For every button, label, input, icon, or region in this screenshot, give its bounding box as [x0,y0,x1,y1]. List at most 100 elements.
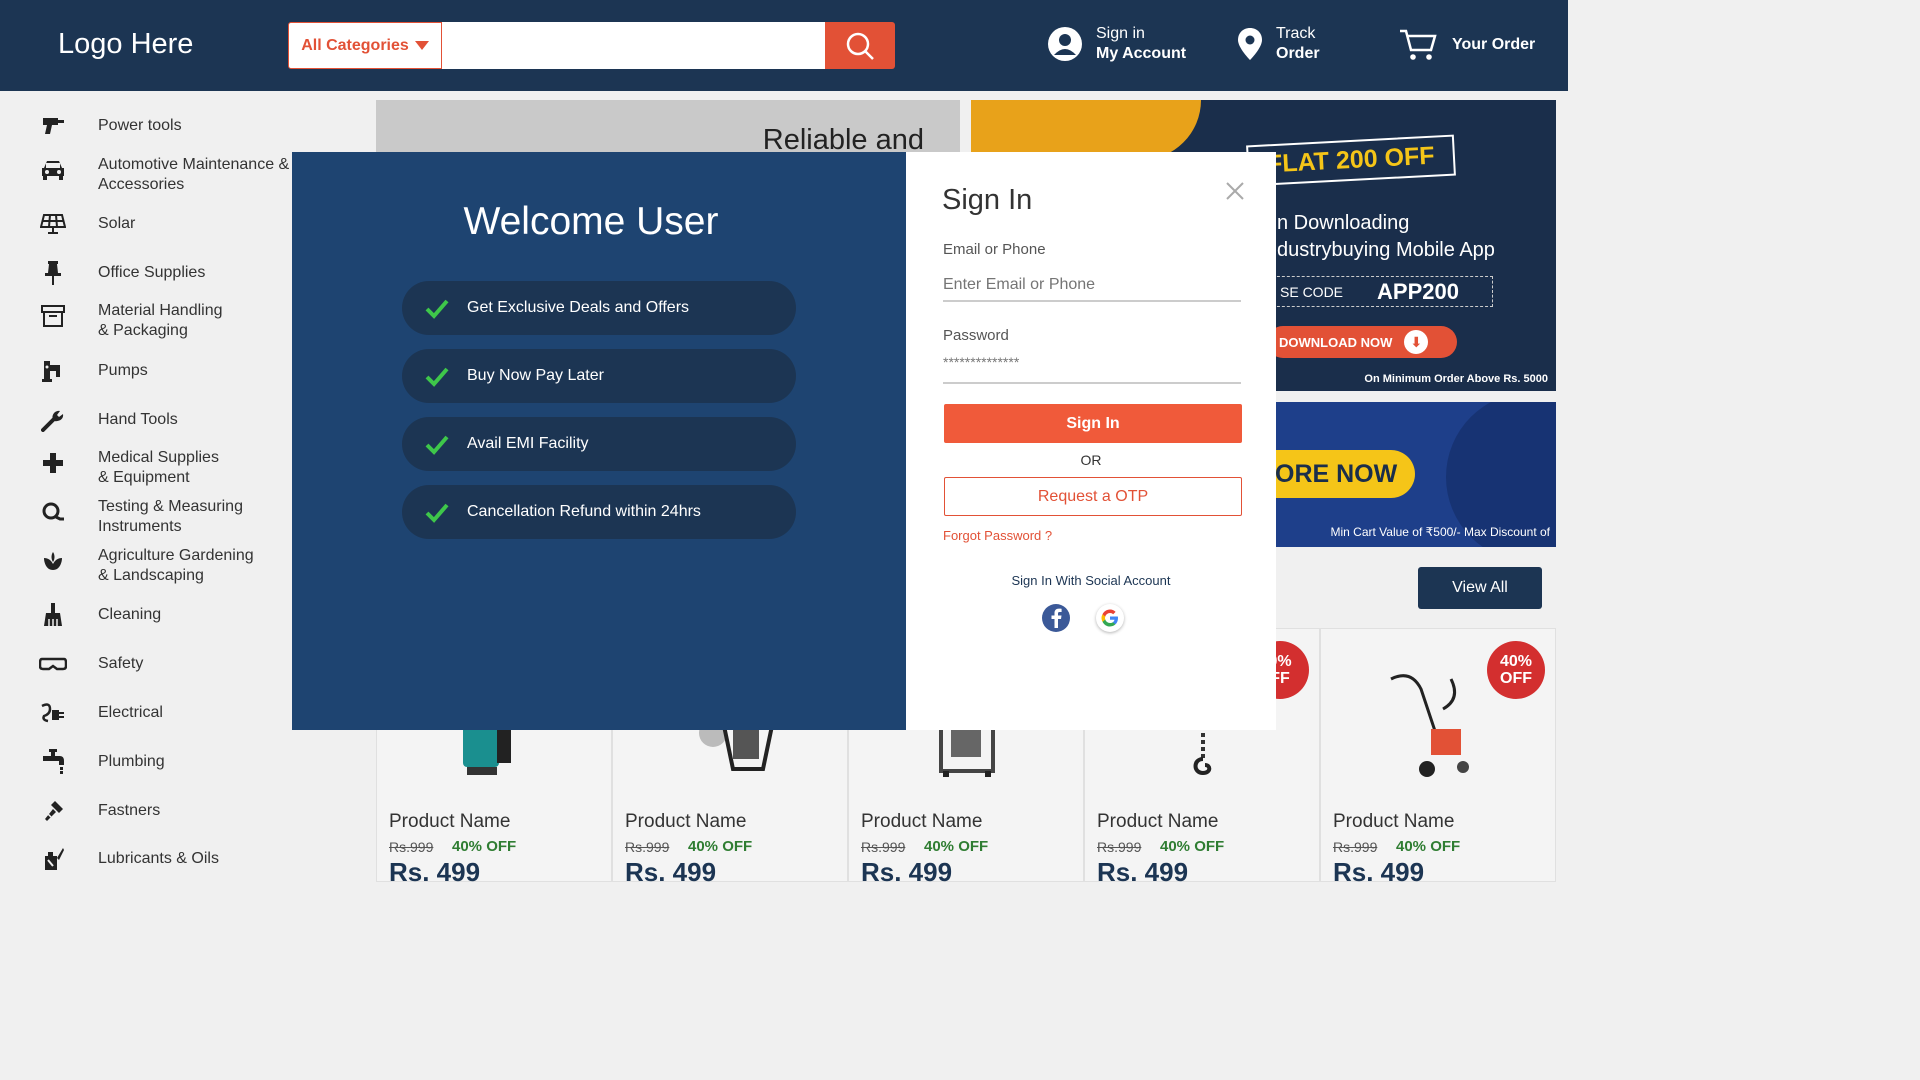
sidebar-item-automotive[interactable]: Automotive Maintenance & Accessories [36,155,306,193]
signin-button[interactable]: Sign In [944,404,1242,443]
flat-offer-text: FLAT 200 OFF [1246,134,1456,187]
faucet-icon [36,747,70,777]
pump-icon [36,356,70,386]
sidebar-item-electrical[interactable]: Electrical [36,698,306,728]
sidebar-item-label: Fastners [98,802,161,819]
drill-icon [36,111,70,141]
promo-line-1: n Downloading [1277,212,1410,234]
sidebar-item-fastners[interactable]: Fastners [36,796,306,826]
product-discount: 40% OFF [924,838,989,855]
product-price: Rs. 499 [389,857,481,887]
sidebar-item-medical[interactable]: Medical Supplies & Equipment [36,448,306,486]
wrench-icon [36,405,70,435]
category-dropdown-label: All Categories [301,36,409,54]
user-icon [1048,27,1082,61]
label-line2: & Landscaping [98,567,204,584]
magnifier-icon [36,497,70,527]
sidebar-item-testing[interactable]: Testing & Measuring Instruments [36,497,306,535]
close-icon[interactable] [1224,180,1246,202]
sidebar-item-label: Agriculture Gardening & Landscaping [98,546,254,586]
caret-down-icon [414,41,429,50]
sidebar-item-label: Hand Tools [98,411,178,428]
perk-item: Cancellation Refund within 24hrs [402,485,796,539]
password-label: Password [943,327,1009,344]
product-name: Product Name [1097,811,1219,832]
oil-can-icon [36,844,70,874]
cart-icon [1400,29,1437,60]
download-now-button[interactable]: DOWNLOAD NOW ⬇ [1267,326,1457,358]
plug-icon [36,698,70,728]
phone-graphic [971,100,1201,160]
product-price: Rs. 499 [1333,857,1425,887]
facebook-icon[interactable] [1042,604,1070,632]
view-all-button[interactable]: View All [1418,567,1542,609]
download-arrow-icon: ⬇ [1404,330,1429,354]
sidebar-item-label: Testing & Measuring Instruments [98,497,243,537]
sidebar-item-office-supplies[interactable]: Office Supplies [36,258,306,288]
sidebar-item-label: Plumbing [98,753,165,770]
promo-code-box: SE CODE APP200 [1267,276,1493,307]
pin-icon [36,258,70,288]
sidebar-item-label: Lubricants & Oils [98,850,219,867]
signin-panel: Sign In Email or Phone Password ********… [906,152,1276,730]
sidebar-item-pumps[interactable]: Pumps [36,356,306,386]
perk-item: Get Exclusive Deals and Offers [402,281,796,335]
perk-text: Cancellation Refund within 24hrs [467,503,701,520]
product-discount: 40% OFF [452,838,517,855]
sidebar-item-label: Electrical [98,704,163,721]
label-line2: Accessories [98,176,185,193]
google-icon[interactable] [1096,604,1124,632]
password-field[interactable]: ************** [943,352,1241,384]
screw-icon [36,796,70,826]
medical-cross-icon [36,448,70,478]
perk-item: Buy Now Pay Later [402,349,796,403]
category-dropdown[interactable]: All Categories [288,22,442,69]
sidebar-item-lubricants[interactable]: Lubricants & Oils [36,844,306,874]
product-price: Rs. 499 [861,857,953,887]
goggles-icon [36,649,70,679]
label-line1: Material Handling [98,302,223,319]
order-text: Order [1276,45,1320,62]
label-line2: Instruments [98,518,182,535]
product-card[interactable]: 40% OFF Product Name Rs.999 40% OFF Rs. 4… [1320,628,1556,887]
sidebar-item-label: Office Supplies [98,264,206,281]
track-order-link[interactable]: Track Order [1238,24,1320,64]
check-icon [425,299,449,319]
sidebar-item-label: Automotive Maintenance & Accessories [98,155,289,195]
forgot-password-link[interactable]: Forgot Password ? [943,528,1052,543]
product-discount: 40% OFF [688,838,753,855]
sidebar-item-cleaning[interactable]: Cleaning [36,600,306,630]
search-icon [846,32,874,60]
sidebar-item-material-handling[interactable]: Material Handling & Packaging [36,301,306,339]
label-line1: Agriculture Gardening [98,547,254,564]
search-input[interactable] [442,22,825,69]
promo-footnote: On Minimum Order Above Rs. 5000 [1364,373,1548,385]
broom-icon [36,600,70,630]
search-button[interactable] [825,22,895,69]
sidebar-item-agriculture[interactable]: Agriculture Gardening & Landscaping [36,546,306,584]
location-pin-icon [1238,28,1262,60]
sidebar-item-power-tools[interactable]: Power tools [36,111,306,141]
explore-footnote: Min Cart Value of ₹500/- Max Discount of [1330,525,1550,539]
product-image [1390,674,1469,777]
track-text: Track [1276,25,1316,42]
sidebar-item-label: Solar [98,215,136,232]
sidebar-item-label: Cleaning [98,606,162,623]
sidebar-item-safety[interactable]: Safety [36,649,306,679]
promo-code-label: SE CODE [1280,283,1344,300]
product-price: Rs. 499 [625,857,717,887]
email-field[interactable] [943,270,1241,302]
product-name: Product Name [389,811,511,832]
sidebar-item-label: Pumps [98,362,148,379]
sidebar-item-solar[interactable]: Solar [36,209,306,239]
sidebar-item-hand-tools[interactable]: Hand Tools [36,405,306,435]
sidebar-item-plumbing[interactable]: Plumbing [36,747,306,777]
check-icon [425,367,449,387]
product-old-price: Rs.999 [1333,839,1378,855]
your-order-link[interactable]: Your Order [1398,28,1535,62]
account-link[interactable]: Sign in My Account [1048,24,1186,64]
download-now-label: DOWNLOAD NOW [1279,334,1393,350]
social-signin-text: Sign In With Social Account [1011,573,1171,588]
site-logo[interactable]: Logo Here [58,28,193,61]
request-otp-button[interactable]: Request a OTP [944,477,1242,516]
